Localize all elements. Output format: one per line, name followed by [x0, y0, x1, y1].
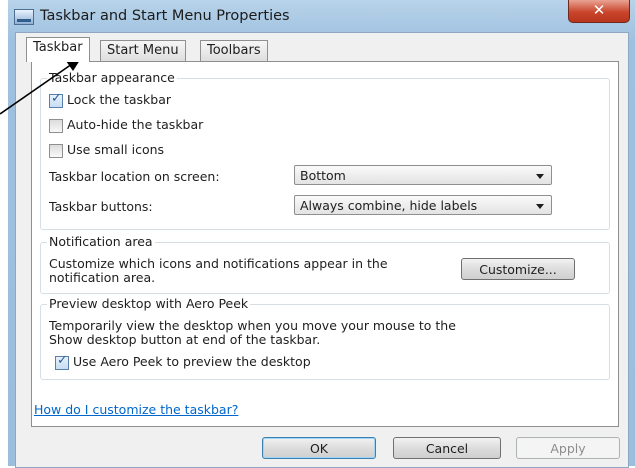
taskbar-appearance-group: Taskbar appearance Lock the taskbar Auto… [40, 70, 610, 230]
close-icon: ✕ [592, 1, 606, 19]
taskbar-appearance-legend: Taskbar appearance [47, 70, 177, 85]
close-button[interactable]: ✕ [568, 0, 630, 23]
dialog-client-area: Taskbar Start Menu Toolbars Taskbar appe… [15, 32, 629, 468]
ok-button[interactable]: OK [262, 437, 376, 459]
location-label: Taskbar location on screen: [49, 169, 220, 184]
notification-area-legend: Notification area [47, 234, 155, 249]
apply-button[interactable]: Apply [516, 437, 620, 459]
aero-peek-description-line2: Show desktop button at end of the taskba… [49, 332, 321, 347]
notification-area-group: Notification area Customize which icons … [40, 234, 610, 294]
aero-peek-label[interactable]: Use Aero Peek to preview the desktop [73, 354, 311, 369]
cancel-button[interactable]: Cancel [393, 437, 501, 459]
notification-description-line1: Customize which icons and notifications … [49, 256, 388, 271]
lock-taskbar-checkbox[interactable] [49, 91, 63, 108]
location-value: Bottom [300, 168, 346, 183]
taskbar-buttons-value: Always combine, hide labels [300, 198, 478, 213]
taskbar-properties-icon [14, 9, 34, 25]
tab-toolbars[interactable]: Toolbars [200, 40, 268, 61]
aero-peek-group: Preview desktop with Aero Peek Temporari… [40, 296, 610, 380]
help-link[interactable]: How do I customize the taskbar? [34, 402, 238, 417]
aero-peek-legend: Preview desktop with Aero Peek [47, 296, 251, 311]
small-icons-label[interactable]: Use small icons [67, 142, 164, 157]
taskbar-buttons-dropdown[interactable]: Always combine, hide labels [294, 195, 552, 215]
small-icons-checkbox[interactable] [49, 144, 63, 158]
lock-taskbar-label[interactable]: Lock the taskbar [67, 92, 171, 107]
tab-panel-taskbar: Taskbar appearance Lock the taskbar Auto… [31, 61, 619, 427]
dialog-window: Taskbar and Start Menu Properties ✕ Task… [8, 0, 635, 468]
chevron-down-icon [536, 174, 544, 179]
taskbar-buttons-label: Taskbar buttons: [49, 199, 153, 214]
window-title: Taskbar and Start Menu Properties [40, 8, 290, 24]
tab-start-menu[interactable]: Start Menu [100, 40, 186, 61]
notification-description-line2: notification area. [49, 270, 156, 285]
aero-peek-checkbox[interactable] [55, 353, 69, 370]
location-dropdown[interactable]: Bottom [294, 165, 552, 185]
chevron-down-icon [536, 204, 544, 209]
auto-hide-label[interactable]: Auto-hide the taskbar [67, 117, 203, 132]
title-bar[interactable]: Taskbar and Start Menu Properties ✕ [8, 0, 635, 32]
customize-button[interactable]: Customize... [461, 258, 575, 280]
tab-taskbar[interactable]: Taskbar [26, 37, 90, 62]
aero-peek-description-line1: Temporarily view the desktop when you mo… [49, 318, 456, 333]
auto-hide-checkbox[interactable] [49, 119, 63, 133]
